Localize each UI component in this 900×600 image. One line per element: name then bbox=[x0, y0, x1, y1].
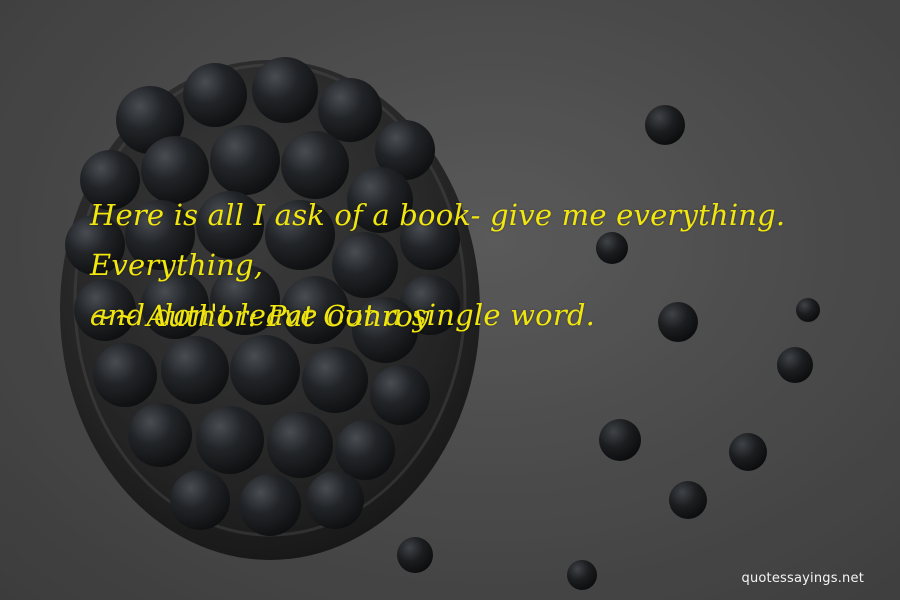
author-prefix: ~~ bbox=[90, 299, 139, 333]
author-label: Author: bbox=[146, 299, 258, 333]
quote-line-1: Here is all I ask of a book- give me eve… bbox=[90, 198, 786, 282]
author-name: Pat Conroy bbox=[266, 299, 430, 333]
author-line: ~~ Author: Pat Conroy bbox=[90, 296, 429, 336]
quote-card: Here is all I ask of a book- give me eve… bbox=[0, 0, 900, 600]
site-watermark: quotessayings.net bbox=[741, 571, 864, 586]
